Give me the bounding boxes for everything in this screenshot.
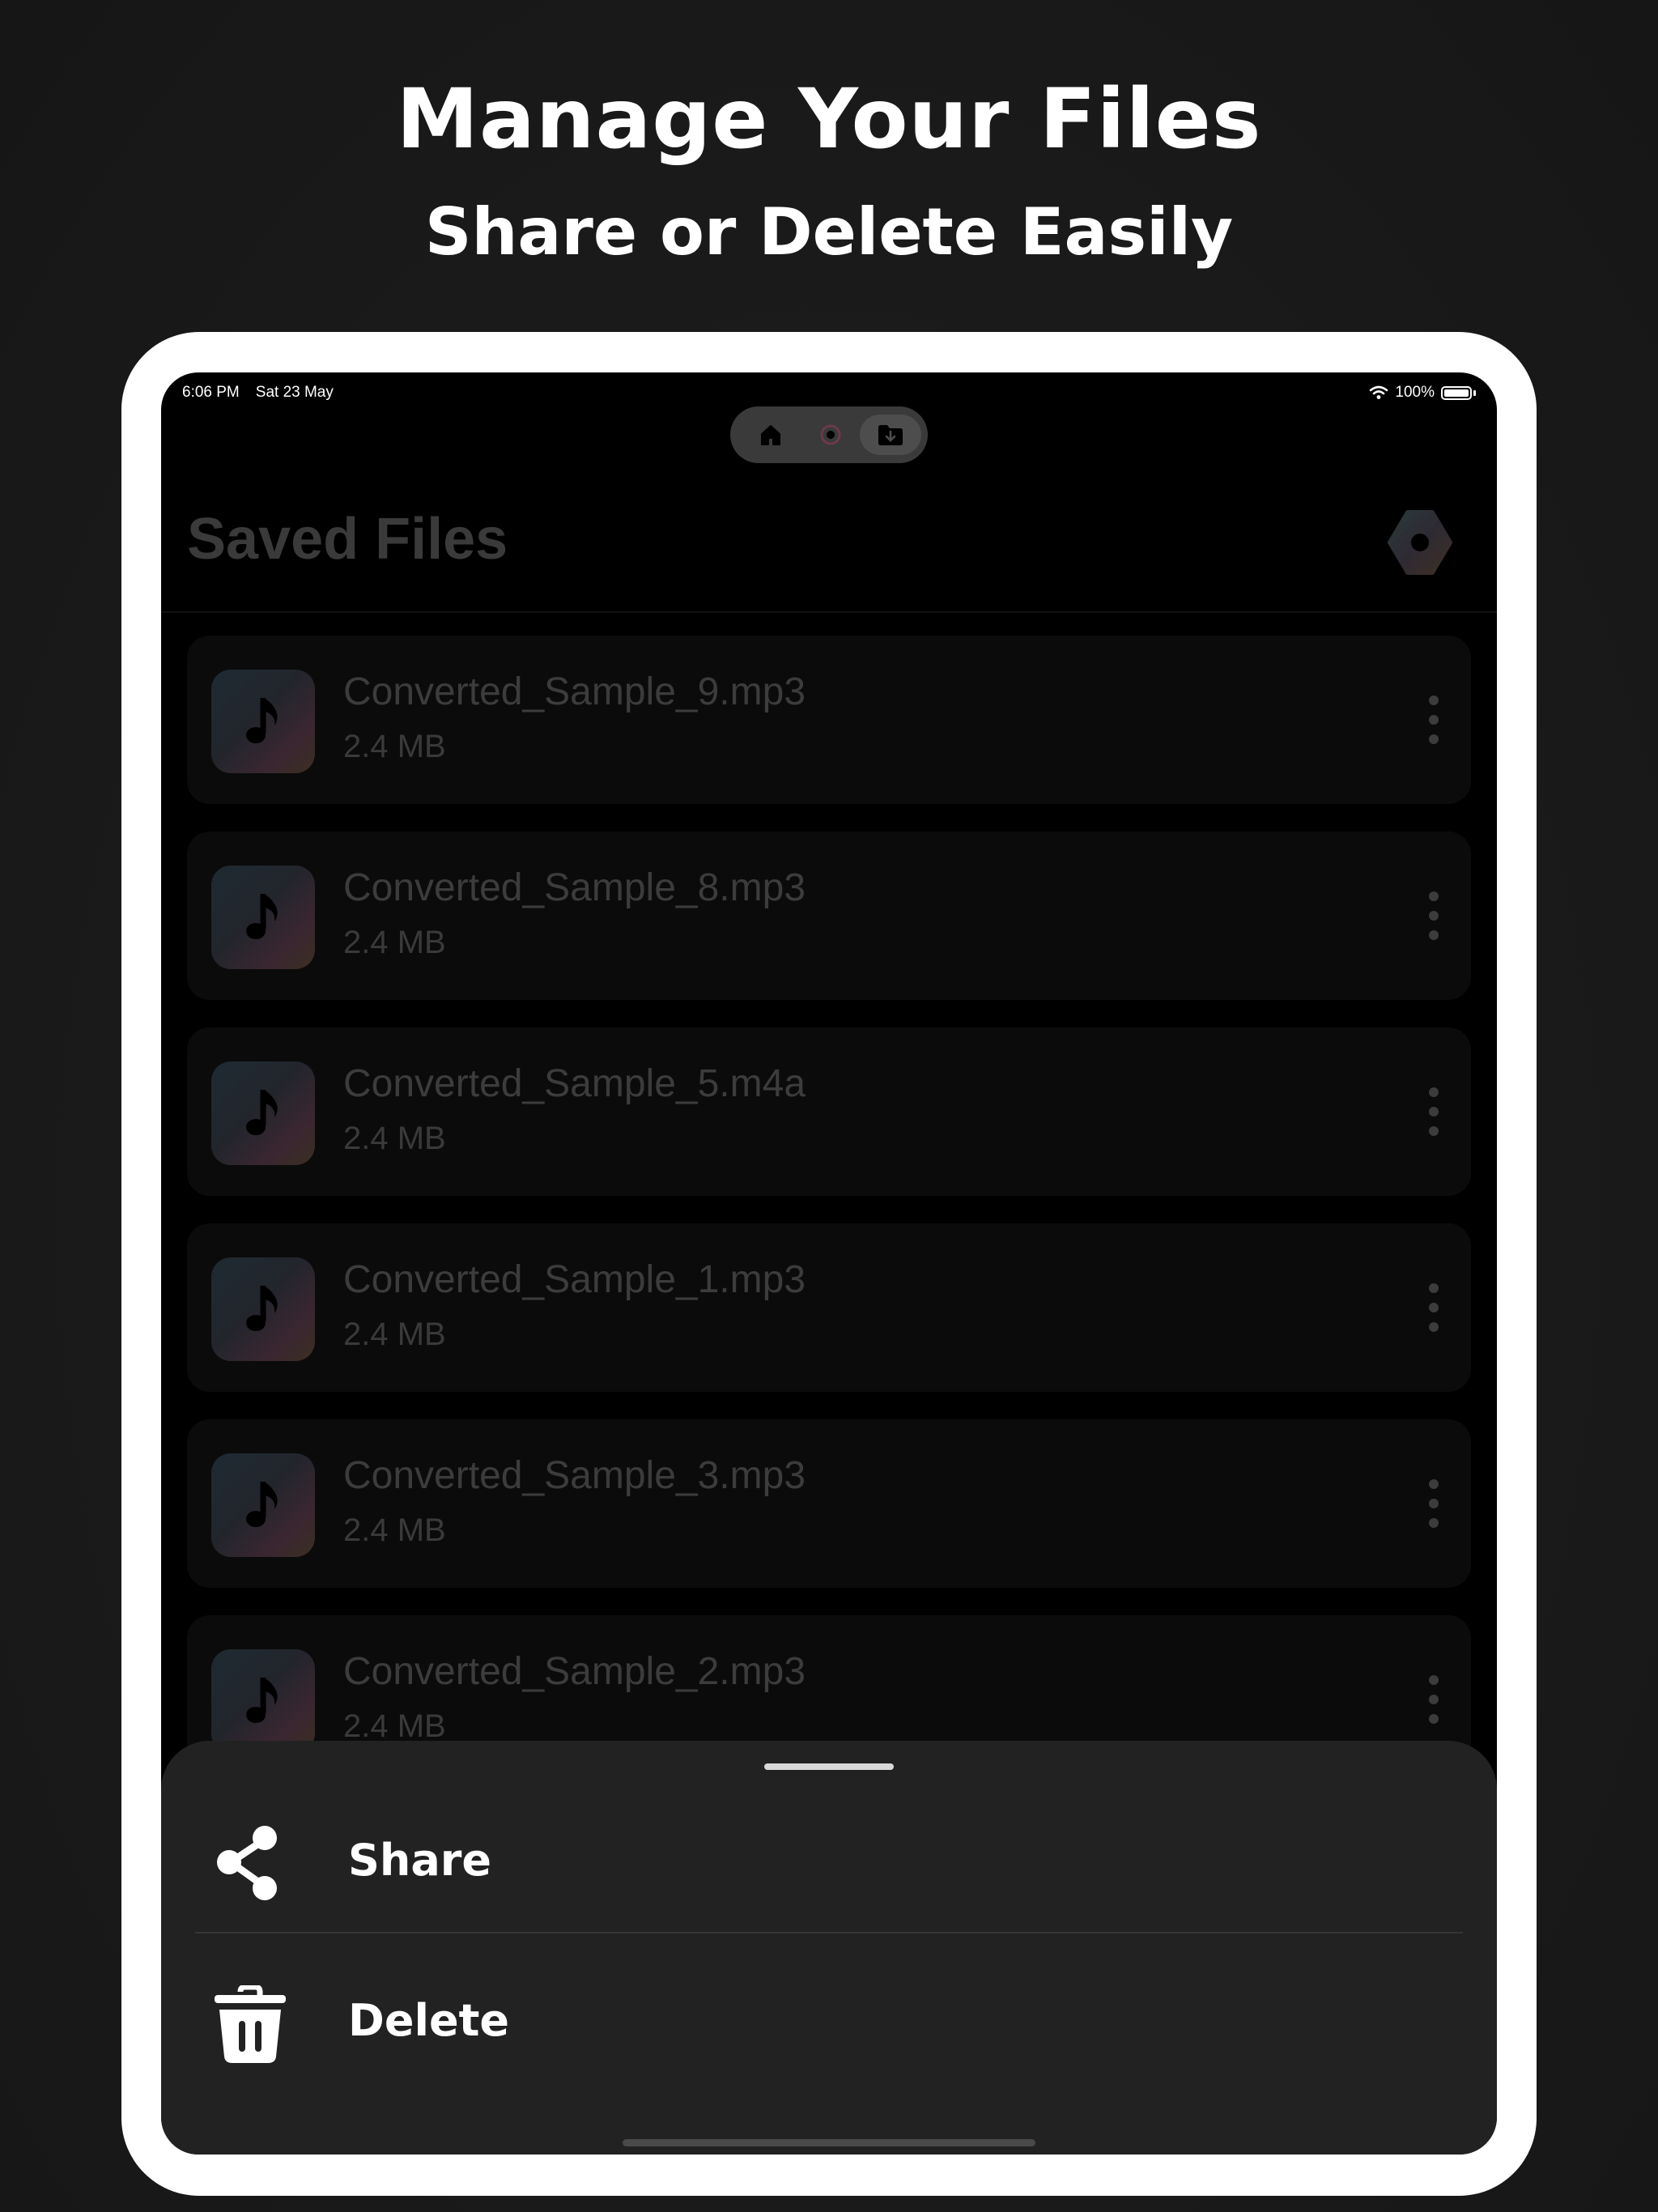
file-name: Converted_Sample_1.mp3: [343, 1258, 806, 1301]
more-options-icon[interactable]: [1426, 1479, 1442, 1528]
action-sheet: Share Delete: [161, 1741, 1497, 2155]
home-indicator: [623, 2139, 1035, 2146]
file-size: 2.4 MB: [343, 1121, 446, 1156]
file-name: Converted_Sample_9.mp3: [343, 670, 806, 713]
header-divider: [161, 611, 1497, 613]
more-options-icon[interactable]: [1426, 696, 1442, 744]
file-size: 2.4 MB: [343, 925, 446, 960]
more-options-icon[interactable]: [1426, 1087, 1442, 1136]
delete-label: Delete: [348, 1995, 510, 2046]
file-row[interactable]: Converted_Sample_1.mp3 2.4 MB: [187, 1223, 1471, 1392]
sheet-divider: [195, 1932, 1463, 1933]
file-name: Converted_Sample_5.m4a: [343, 1062, 806, 1105]
music-note-icon: [211, 670, 315, 773]
file-row[interactable]: Converted_Sample_5.m4a 2.4 MB: [187, 1027, 1471, 1196]
file-size: 2.4 MB: [343, 1708, 446, 1744]
music-note-icon: [211, 1453, 315, 1557]
file-size: 2.4 MB: [343, 1317, 446, 1352]
promo-headline: Manage Your Files: [396, 71, 1262, 168]
share-action[interactable]: Share: [161, 1791, 1497, 1937]
delete-action[interactable]: Delete: [161, 1953, 1497, 2099]
share-label: Share: [348, 1835, 492, 1886]
file-size: 2.4 MB: [343, 1512, 446, 1548]
file-row[interactable]: Converted_Sample_8.mp3 2.4 MB: [187, 832, 1471, 1000]
trash-icon: [215, 1985, 286, 2063]
file-row[interactable]: Converted_Sample_9.mp3 2.4 MB: [187, 636, 1471, 804]
promo-subheadline: Share or Delete Easily: [424, 194, 1234, 270]
gear-icon: [1388, 510, 1452, 575]
more-options-icon[interactable]: [1426, 1675, 1442, 1724]
file-name: Converted_Sample_2.mp3: [343, 1650, 806, 1693]
settings-button[interactable]: [1384, 506, 1456, 579]
share-icon: [217, 1826, 277, 1900]
page-title: Saved Files: [187, 507, 508, 572]
more-options-icon[interactable]: [1426, 891, 1442, 940]
file-name: Converted_Sample_3.mp3: [343, 1454, 806, 1497]
file-row[interactable]: Converted_Sample_3.mp3 2.4 MB: [187, 1419, 1471, 1588]
file-size: 2.4 MB: [343, 729, 446, 764]
more-options-icon[interactable]: [1426, 1283, 1442, 1332]
sheet-grabber[interactable]: [764, 1763, 894, 1770]
device-screen: 6:06 PM Sat 23 May 100% Saved Files Conv…: [161, 372, 1497, 2155]
file-name: Converted_Sample_8.mp3: [343, 866, 806, 909]
music-note-icon: [211, 1649, 315, 1753]
music-note-icon: [211, 1257, 315, 1361]
music-note-icon: [211, 1061, 315, 1165]
music-note-icon: [211, 866, 315, 969]
